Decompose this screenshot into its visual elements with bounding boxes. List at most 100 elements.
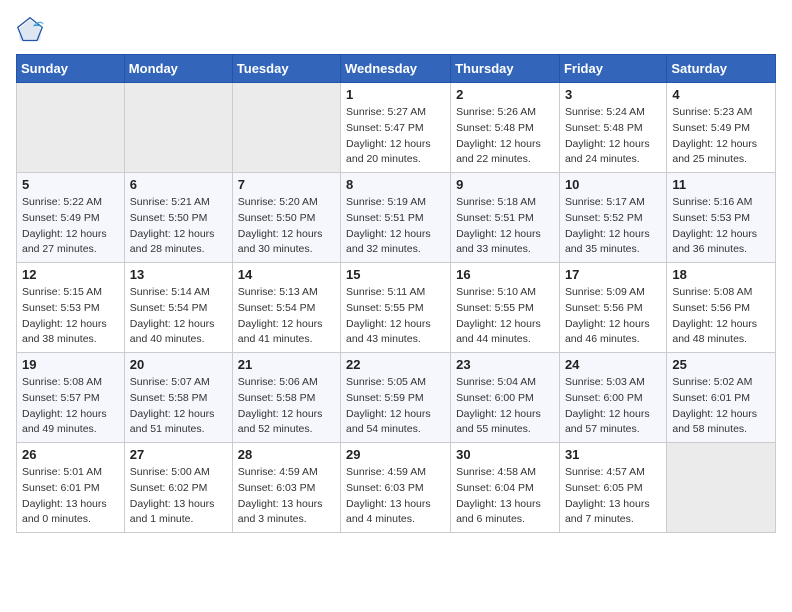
day-info: Sunrise: 5:20 AM Sunset: 5:50 PM Dayligh…: [238, 195, 335, 258]
day-number: 13: [130, 267, 227, 282]
logo: [16, 16, 48, 44]
calendar-cell: 8Sunrise: 5:19 AM Sunset: 5:51 PM Daylig…: [341, 173, 451, 263]
day-number: 14: [238, 267, 335, 282]
calendar-cell: 7 Sunrise: 5:20 AM Sunset: 5:50 PM Daylig…: [232, 173, 340, 263]
calendar-cell: 28 Sunrise: 4:59 AM Sunset: 6:03 PM Dayli…: [232, 443, 340, 533]
day-number: 23: [456, 357, 554, 372]
calendar-cell: 16 Sunrise: 5:10 AM Sunset: 5:55 PM Dayli…: [451, 263, 560, 353]
calendar-cell: 12Sunrise: 5:15 AM Sunset: 5:53 PM Dayli…: [17, 263, 125, 353]
calendar-cell: 4 Sunrise: 5:23 AM Sunset: 5:49 PM Daylig…: [667, 83, 776, 173]
day-info: Sunrise: 5:13 AM Sunset: 5:54 PM Dayligh…: [238, 285, 335, 348]
day-number: 30: [456, 447, 554, 462]
day-number: 28: [238, 447, 335, 462]
calendar-cell: 2 Sunrise: 5:26 AM Sunset: 5:48 PM Daylig…: [451, 83, 560, 173]
calendar-cell: 24 Sunrise: 5:03 AM Sunset: 6:00 PM Dayli…: [559, 353, 666, 443]
calendar-week-3: 12Sunrise: 5:15 AM Sunset: 5:53 PM Dayli…: [17, 263, 776, 353]
calendar-cell: 22 Sunrise: 5:05 AM Sunset: 5:59 PM Dayli…: [341, 353, 451, 443]
day-number: 29: [346, 447, 445, 462]
day-number: 31: [565, 447, 661, 462]
calendar-cell: 26 Sunrise: 5:01 AM Sunset: 6:01 PM Dayli…: [17, 443, 125, 533]
calendar-week-5: 26 Sunrise: 5:01 AM Sunset: 6:01 PM Dayli…: [17, 443, 776, 533]
day-number: 7: [238, 177, 335, 192]
calendar-cell: 27 Sunrise: 5:00 AM Sunset: 6:02 PM Dayli…: [124, 443, 232, 533]
calendar-cell: 15 Sunrise: 5:11 AM Sunset: 5:55 PM Dayli…: [341, 263, 451, 353]
calendar-cell: 10 Sunrise: 5:17 AM Sunset: 5:52 PM Dayli…: [559, 173, 666, 263]
calendar-cell: 11 Sunrise: 5:16 AM Sunset: 5:53 PM Dayli…: [667, 173, 776, 263]
day-info: Sunrise: 5:01 AM Sunset: 6:01 PM Dayligh…: [22, 465, 119, 528]
day-info: Sunrise: 5:07 AM Sunset: 5:58 PM Dayligh…: [130, 375, 227, 438]
day-number: 16: [456, 267, 554, 282]
calendar-cell: [124, 83, 232, 173]
day-info: Sunrise: 5:15 AM Sunset: 5:53 PM Dayligh…: [22, 285, 119, 348]
day-info: Sunrise: 5:10 AM Sunset: 5:55 PM Dayligh…: [456, 285, 554, 348]
day-number: 21: [238, 357, 335, 372]
day-number: 10: [565, 177, 661, 192]
calendar-cell: 20 Sunrise: 5:07 AM Sunset: 5:58 PM Dayli…: [124, 353, 232, 443]
logo-icon: [16, 16, 44, 44]
day-number: 19: [22, 357, 119, 372]
day-number: 1: [346, 87, 445, 102]
day-info: Sunrise: 4:58 AM Sunset: 6:04 PM Dayligh…: [456, 465, 554, 528]
weekday-header-monday: Monday: [124, 55, 232, 83]
calendar-cell: [667, 443, 776, 533]
day-info: Sunrise: 5:00 AM Sunset: 6:02 PM Dayligh…: [130, 465, 227, 528]
day-number: 26: [22, 447, 119, 462]
weekday-header-tuesday: Tuesday: [232, 55, 340, 83]
calendar-cell: 29 Sunrise: 4:59 AM Sunset: 6:03 PM Dayli…: [341, 443, 451, 533]
calendar-week-1: 1Sunrise: 5:27 AM Sunset: 5:47 PM Daylig…: [17, 83, 776, 173]
day-info: Sunrise: 4:57 AM Sunset: 6:05 PM Dayligh…: [565, 465, 661, 528]
calendar-week-2: 5Sunrise: 5:22 AM Sunset: 5:49 PM Daylig…: [17, 173, 776, 263]
day-info: Sunrise: 5:19 AM Sunset: 5:51 PM Dayligh…: [346, 195, 445, 258]
day-info: Sunrise: 5:08 AM Sunset: 5:56 PM Dayligh…: [672, 285, 770, 348]
calendar-cell: 6 Sunrise: 5:21 AM Sunset: 5:50 PM Daylig…: [124, 173, 232, 263]
day-info: Sunrise: 5:16 AM Sunset: 5:53 PM Dayligh…: [672, 195, 770, 258]
day-info: Sunrise: 5:05 AM Sunset: 5:59 PM Dayligh…: [346, 375, 445, 438]
weekday-header-friday: Friday: [559, 55, 666, 83]
calendar-cell: 21 Sunrise: 5:06 AM Sunset: 5:58 PM Dayli…: [232, 353, 340, 443]
calendar-cell: [232, 83, 340, 173]
day-number: 24: [565, 357, 661, 372]
day-info: Sunrise: 5:04 AM Sunset: 6:00 PM Dayligh…: [456, 375, 554, 438]
day-number: 11: [672, 177, 770, 192]
day-number: 9: [456, 177, 554, 192]
day-number: 17: [565, 267, 661, 282]
weekday-header-saturday: Saturday: [667, 55, 776, 83]
day-number: 2: [456, 87, 554, 102]
calendar-cell: [17, 83, 125, 173]
day-number: 22: [346, 357, 445, 372]
weekday-header-sunday: Sunday: [17, 55, 125, 83]
day-info: Sunrise: 5:18 AM Sunset: 5:51 PM Dayligh…: [456, 195, 554, 258]
day-info: Sunrise: 5:09 AM Sunset: 5:56 PM Dayligh…: [565, 285, 661, 348]
day-info: Sunrise: 5:11 AM Sunset: 5:55 PM Dayligh…: [346, 285, 445, 348]
day-info: Sunrise: 5:03 AM Sunset: 6:00 PM Dayligh…: [565, 375, 661, 438]
day-info: Sunrise: 5:08 AM Sunset: 5:57 PM Dayligh…: [22, 375, 119, 438]
calendar-cell: 3Sunrise: 5:24 AM Sunset: 5:48 PM Daylig…: [559, 83, 666, 173]
calendar-cell: 18 Sunrise: 5:08 AM Sunset: 5:56 PM Dayli…: [667, 263, 776, 353]
day-number: 18: [672, 267, 770, 282]
calendar-cell: 13Sunrise: 5:14 AM Sunset: 5:54 PM Dayli…: [124, 263, 232, 353]
calendar-cell: 30 Sunrise: 4:58 AM Sunset: 6:04 PM Dayli…: [451, 443, 560, 533]
day-info: Sunrise: 5:02 AM Sunset: 6:01 PM Dayligh…: [672, 375, 770, 438]
day-number: 4: [672, 87, 770, 102]
day-info: Sunrise: 4:59 AM Sunset: 6:03 PM Dayligh…: [238, 465, 335, 528]
day-number: 3: [565, 87, 661, 102]
day-info: Sunrise: 4:59 AM Sunset: 6:03 PM Dayligh…: [346, 465, 445, 528]
day-info: Sunrise: 5:06 AM Sunset: 5:58 PM Dayligh…: [238, 375, 335, 438]
calendar-table: SundayMondayTuesdayWednesdayThursdayFrid…: [16, 54, 776, 533]
day-number: 25: [672, 357, 770, 372]
calendar-cell: 19 Sunrise: 5:08 AM Sunset: 5:57 PM Dayli…: [17, 353, 125, 443]
day-number: 27: [130, 447, 227, 462]
day-number: 6: [130, 177, 227, 192]
day-info: Sunrise: 5:23 AM Sunset: 5:49 PM Dayligh…: [672, 105, 770, 168]
weekday-header-thursday: Thursday: [451, 55, 560, 83]
calendar-cell: 17 Sunrise: 5:09 AM Sunset: 5:56 PM Dayli…: [559, 263, 666, 353]
day-info: Sunrise: 5:17 AM Sunset: 5:52 PM Dayligh…: [565, 195, 661, 258]
weekday-header-wednesday: Wednesday: [341, 55, 451, 83]
calendar-cell: 23 Sunrise: 5:04 AM Sunset: 6:00 PM Dayli…: [451, 353, 560, 443]
day-info: Sunrise: 5:26 AM Sunset: 5:48 PM Dayligh…: [456, 105, 554, 168]
day-number: 20: [130, 357, 227, 372]
day-info: Sunrise: 5:21 AM Sunset: 5:50 PM Dayligh…: [130, 195, 227, 258]
calendar-cell: 31 Sunrise: 4:57 AM Sunset: 6:05 PM Dayli…: [559, 443, 666, 533]
day-number: 15: [346, 267, 445, 282]
calendar-cell: 25 Sunrise: 5:02 AM Sunset: 6:01 PM Dayli…: [667, 353, 776, 443]
